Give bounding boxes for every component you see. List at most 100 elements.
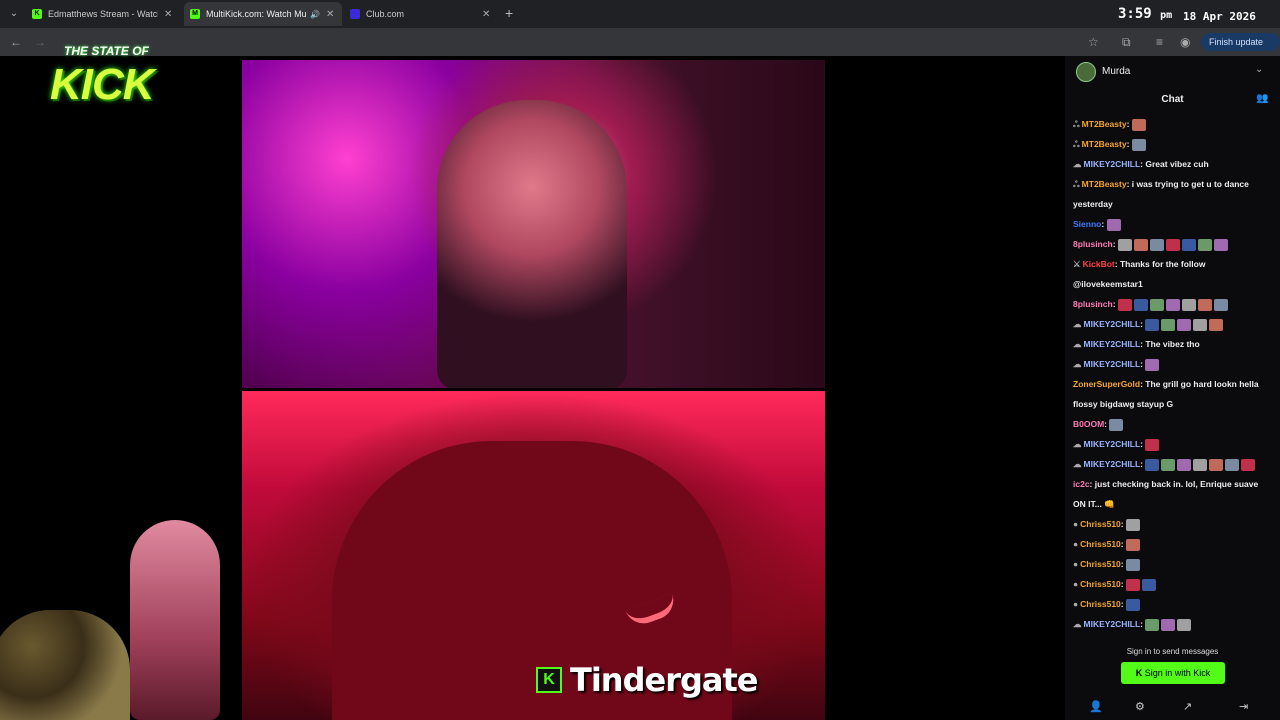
webcam-overlay bbox=[0, 515, 242, 720]
emote-icon bbox=[1177, 618, 1192, 631]
users-icon[interactable]: 👥 bbox=[1256, 93, 1268, 104]
emote-icon bbox=[1209, 458, 1224, 471]
kick-logo-icon: K bbox=[536, 667, 562, 693]
chat-message: ஃ MT2Beasty: bbox=[1073, 114, 1273, 134]
user-badge-icon: ஃ bbox=[1073, 179, 1080, 189]
stream-video-top[interactable] bbox=[242, 60, 825, 388]
chat-username[interactable]: Chriss510 bbox=[1080, 539, 1121, 549]
emote-icon bbox=[1161, 318, 1176, 331]
chat-username[interactable]: MT2Beasty bbox=[1082, 119, 1127, 129]
chat-username[interactable]: Chriss510 bbox=[1080, 579, 1121, 589]
chat-username[interactable]: 8plusinch bbox=[1073, 239, 1113, 249]
chat-username[interactable]: MIKEY2CHILL bbox=[1084, 619, 1141, 629]
chat-message: ☁ MIKEY2CHILL: bbox=[1073, 354, 1273, 374]
emote-icon bbox=[1117, 298, 1132, 311]
emote-icon bbox=[1145, 358, 1160, 371]
chat-username[interactable]: Chriss510 bbox=[1080, 559, 1121, 569]
user-badge-icon: ● bbox=[1073, 519, 1079, 529]
user-badge-icon: ☁ bbox=[1073, 319, 1082, 329]
chat-text: @ilovekeemstar1 bbox=[1073, 279, 1143, 289]
speaker-icon[interactable]: 🔊 bbox=[310, 10, 320, 19]
chat-colon: : bbox=[1101, 219, 1107, 229]
user-badge-icon: ⚔ bbox=[1073, 259, 1081, 269]
chat-text: yesterday bbox=[1073, 199, 1113, 209]
chat-message: ● Chriss510: bbox=[1073, 574, 1273, 594]
chat-message: ☁ MIKEY2CHILL: Great vibez cuh bbox=[1073, 154, 1273, 174]
chat-message: ☁ MIKEY2CHILL: bbox=[1073, 614, 1273, 634]
emote-icon bbox=[1109, 418, 1124, 431]
chat-username[interactable]: MIKEY2CHILL bbox=[1084, 159, 1141, 169]
emote-icon bbox=[1125, 598, 1140, 611]
tab-0[interactable]: K Edmatthews Stream - Watch Li ✕ bbox=[26, 2, 182, 26]
caption-banner: K Tindergate bbox=[536, 661, 758, 699]
chat-message: Sienno: bbox=[1073, 214, 1273, 234]
back-icon[interactable]: ← bbox=[10, 35, 22, 49]
close-tab-icon[interactable]: ✕ bbox=[326, 9, 334, 20]
chat-username[interactable]: MIKEY2CHILL bbox=[1084, 459, 1141, 469]
user-badge-icon: ☁ bbox=[1073, 619, 1082, 629]
chat-message: ஃ MT2Beasty: bbox=[1073, 134, 1273, 154]
chat-username[interactable]: Chriss510 bbox=[1080, 519, 1121, 529]
chat-message: 8plusinch: bbox=[1073, 234, 1273, 254]
gear-icon[interactable]: ⚙ bbox=[1135, 700, 1145, 713]
clock-date: 18 Apr 2026 bbox=[1183, 10, 1256, 23]
chat-username[interactable]: Sienno bbox=[1073, 219, 1101, 229]
emote-icon bbox=[1125, 538, 1140, 551]
chat-username[interactable]: MT2Beasty bbox=[1082, 179, 1127, 189]
emote-icon bbox=[1213, 298, 1228, 311]
chat-username[interactable]: KickBot bbox=[1083, 259, 1115, 269]
signin-prompt: Sign in to send messages bbox=[1126, 647, 1219, 656]
state-of-kick-logo: THE STATE OF KICK bbox=[22, 26, 214, 126]
chat-username[interactable]: MIKEY2CHILL bbox=[1084, 439, 1141, 449]
profile-icon[interactable]: ◉ bbox=[1180, 35, 1190, 49]
exit-chat-icon[interactable]: ⇥ bbox=[1239, 700, 1248, 713]
kick-favicon-icon: K bbox=[32, 9, 42, 19]
chat-message: ஃ MT2Beasty: i was trying to get u to dan… bbox=[1073, 174, 1273, 194]
gaming-chair bbox=[130, 520, 220, 720]
club-favicon-icon bbox=[350, 9, 360, 19]
tab-1[interactable]: M MultiKick.com: Watch Multi 🔊 ✕ bbox=[184, 2, 342, 26]
bookmark-star-icon[interactable]: ☆ bbox=[1088, 35, 1099, 49]
close-tab-icon[interactable]: ✕ bbox=[164, 9, 172, 20]
chat-message: B0OOM: bbox=[1073, 414, 1273, 434]
emote-icon bbox=[1165, 298, 1180, 311]
emote-icon bbox=[1161, 458, 1176, 471]
close-tab-icon[interactable]: ✕ bbox=[482, 9, 490, 20]
multikick-favicon-icon: M bbox=[190, 9, 200, 19]
emote-icon bbox=[1197, 238, 1212, 251]
user-badge-icon: ☁ bbox=[1073, 359, 1082, 369]
chat-message: ● Chriss510: bbox=[1073, 594, 1273, 614]
chat-message: @ilovekeemstar1 bbox=[1073, 274, 1273, 294]
chevron-down-icon[interactable]: ⌄ bbox=[1255, 64, 1263, 75]
chat-message-list[interactable]: ஃ MT2Beasty: ஃ MT2Beasty: ☁ MIKEY2CHILL: Gr… bbox=[1073, 114, 1273, 692]
chat-username[interactable]: MIKEY2CHILL bbox=[1084, 319, 1141, 329]
popout-icon[interactable]: ↗ bbox=[1183, 700, 1192, 713]
clock-time: 3:59 pm bbox=[1118, 6, 1172, 22]
emote-icon bbox=[1149, 238, 1164, 251]
emote-icon bbox=[1181, 298, 1196, 311]
chat-message: ZonerSuperGold: The grill go hard lookn … bbox=[1073, 374, 1273, 394]
reading-list-icon[interactable]: ≡ bbox=[1156, 35, 1163, 49]
chat-username[interactable]: Chriss510 bbox=[1080, 599, 1121, 609]
chat-username[interactable]: MIKEY2CHILL bbox=[1084, 339, 1141, 349]
chat-message: ☁ MIKEY2CHILL: bbox=[1073, 314, 1273, 334]
logo-line-2: KICK bbox=[50, 60, 155, 109]
chat-message: ● Chriss510: bbox=[1073, 554, 1273, 574]
chat-username[interactable]: B0OOM bbox=[1073, 419, 1104, 429]
tab-2[interactable]: Club.com ✕ bbox=[344, 2, 500, 26]
signin-with-kick-button[interactable]: K Sign in with Kick bbox=[1121, 662, 1225, 684]
chat-username[interactable]: ic2c bbox=[1073, 479, 1090, 489]
chat-username[interactable]: MIKEY2CHILL bbox=[1084, 359, 1141, 369]
emote-icon bbox=[1161, 618, 1176, 631]
new-tab-button[interactable]: + bbox=[505, 5, 513, 21]
signin-label: Sign in with Kick bbox=[1144, 668, 1211, 678]
finish-update-button[interactable]: Finish update ⋮ bbox=[1201, 33, 1280, 65]
chat-username[interactable]: 8plusinch bbox=[1073, 299, 1113, 309]
tab-search-icon[interactable]: ⌄ bbox=[6, 6, 22, 22]
chat-username[interactable]: ZonerSuperGold bbox=[1073, 379, 1140, 389]
extensions-icon[interactable]: ⧉ bbox=[1122, 35, 1131, 50]
emote-icon bbox=[1197, 298, 1212, 311]
chat-username[interactable]: MT2Beasty bbox=[1082, 139, 1127, 149]
chat-header[interactable]: Murda ⌄ bbox=[1065, 56, 1280, 88]
add-user-icon[interactable]: 👤 bbox=[1089, 700, 1103, 713]
